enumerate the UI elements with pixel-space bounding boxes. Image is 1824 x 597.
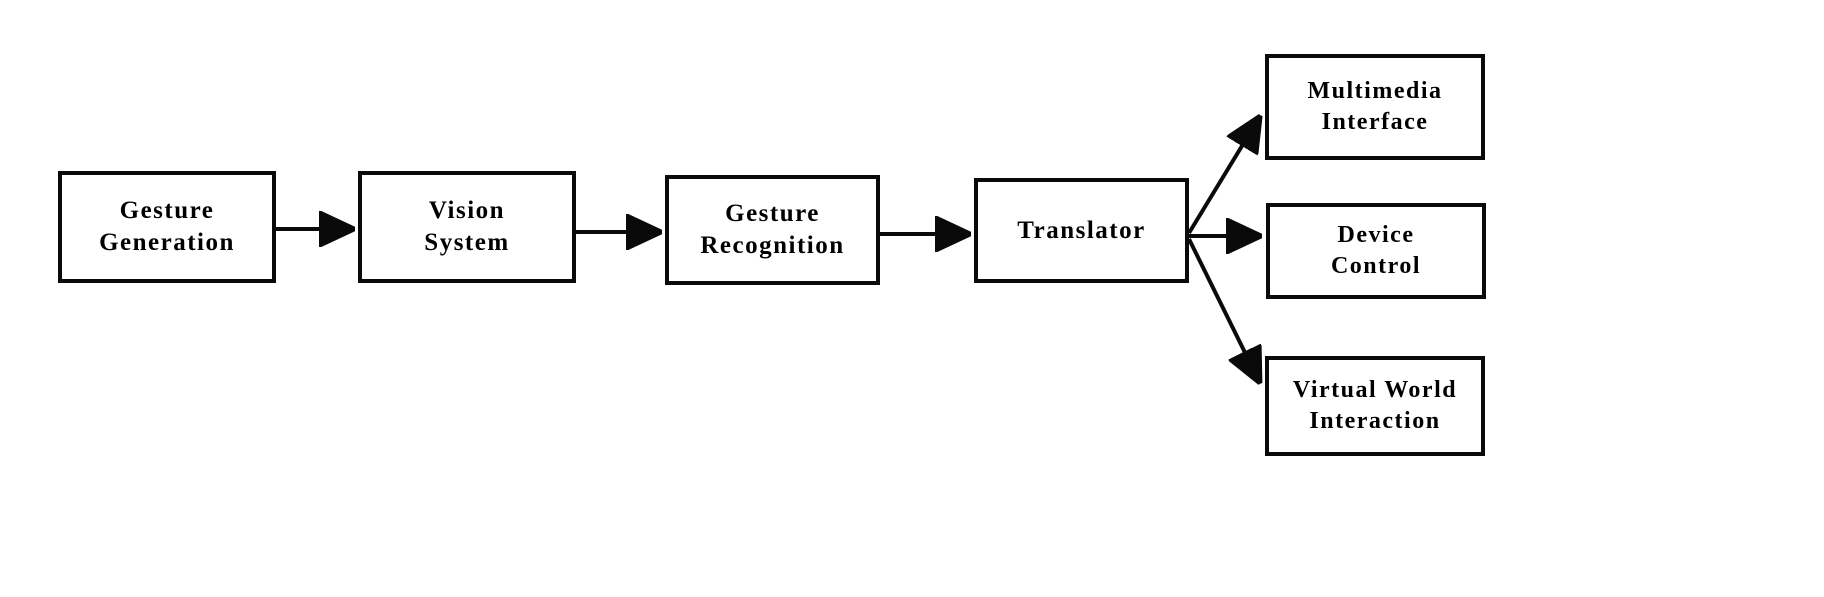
node-vision-system-line-1: Vision bbox=[428, 197, 506, 224]
node-virtual-world-interaction: Virtual World Interaction bbox=[1265, 356, 1485, 456]
node-device-control-line-2: Control bbox=[1330, 253, 1422, 279]
node-gesture-recognition-line-1: Gesture bbox=[725, 200, 820, 227]
node-vision-system-line-2: System bbox=[424, 229, 510, 256]
node-gesture-generation-line-2: Generation bbox=[99, 229, 235, 256]
node-device-control: Device Control bbox=[1266, 203, 1486, 299]
node-gesture-recognition-line-2: Recognition bbox=[700, 232, 845, 259]
node-virtual-world-line-2: Interaction bbox=[1309, 408, 1441, 434]
node-translator: Translator bbox=[974, 178, 1189, 283]
node-gesture-generation-line-1: Gesture bbox=[119, 197, 215, 224]
node-translator-line-1: Translator bbox=[1017, 216, 1146, 244]
diagram-canvas: Gesture Generation Vision System Gesture… bbox=[0, 0, 1824, 597]
edge-translator-to-virtual-world bbox=[1187, 238, 1259, 381]
node-multimedia-interface: Multimedia Interface bbox=[1265, 54, 1485, 160]
node-virtual-world-line-1: Virtual World bbox=[1292, 377, 1458, 404]
edge-translator-to-multimedia-interface bbox=[1187, 118, 1259, 235]
node-multimedia-interface-line-2: Interface bbox=[1321, 109, 1429, 135]
node-multimedia-interface-line-1: Multimedia bbox=[1307, 78, 1443, 105]
node-gesture-generation: Gesture Generation bbox=[58, 171, 276, 283]
node-device-control-line-1: Device bbox=[1337, 222, 1415, 249]
node-vision-system: Vision System bbox=[358, 171, 576, 283]
node-gesture-recognition: Gesture Recognition bbox=[665, 175, 880, 285]
edge-layer bbox=[276, 0, 1824, 597]
